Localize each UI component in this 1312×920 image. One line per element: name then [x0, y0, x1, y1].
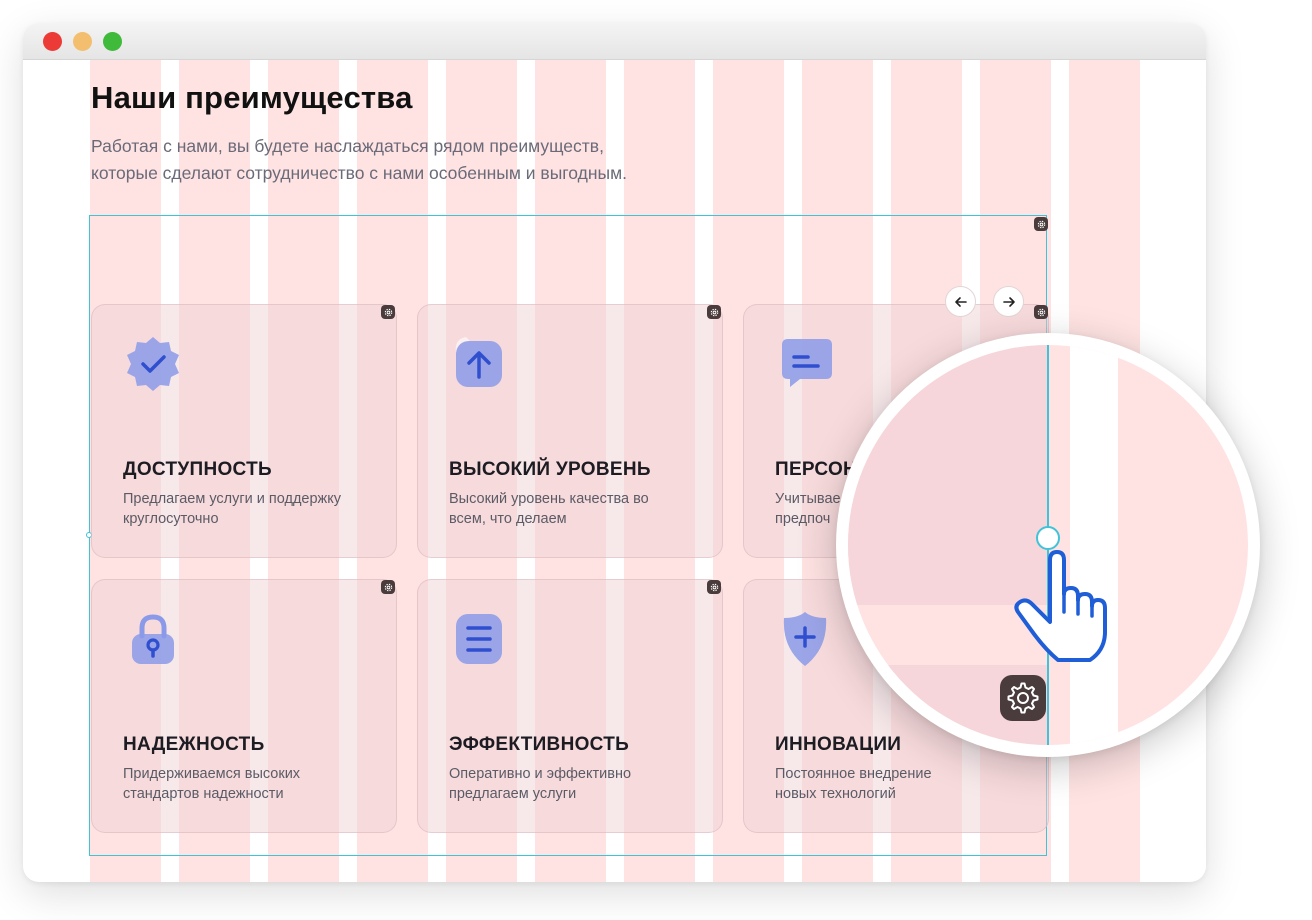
- card-desc-line: Придерживаемся высоких: [123, 766, 301, 782]
- advantage-card[interactable]: НАДЕЖНОСТЬ Придерживаемся высоких стандар…: [91, 579, 397, 833]
- card-title: ПЕРСОН: [775, 459, 858, 480]
- page-title: Наши преимущества: [91, 80, 413, 115]
- card-description: Постоянное внедрение новых технологий: [775, 764, 1025, 804]
- minimize-window-button[interactable]: [73, 32, 92, 51]
- card-desc-line: стандартов надежности: [123, 786, 284, 802]
- card-settings-gear-icon[interactable]: [1034, 305, 1048, 319]
- card-title: ВЫСОКИЙ УРОВЕНЬ: [449, 459, 651, 480]
- magnified-gutter: [1070, 345, 1118, 745]
- card-title: ЭФФЕКТИВНОСТЬ: [449, 734, 630, 755]
- card-description: Предлагаем услуги и поддержку круглосуточ…: [123, 489, 373, 529]
- page-subtitle: Работая с нами, вы будете наслаждаться р…: [91, 133, 791, 187]
- card-settings-gear-icon[interactable]: [381, 305, 395, 319]
- card-desc-line: Учитывае: [775, 491, 841, 507]
- card-desc-line: предлагаем услуги: [449, 786, 577, 802]
- card-desc-line: Оперативно и эффективно: [449, 766, 632, 782]
- card-settings-gear-icon[interactable]: [381, 580, 395, 594]
- advantage-card[interactable]: ВЫСОКИЙ УРОВЕНЬ Высокий уровень качества…: [417, 304, 723, 558]
- document-lines-icon: [448, 608, 510, 670]
- advantage-card[interactable]: ЭФФЕКТИВНОСТЬ Оперативно и эффективно пре…: [417, 579, 723, 833]
- card-description: Высокий уровень качества во всем, что дел…: [449, 489, 699, 529]
- upload-arrow-icon: [448, 333, 510, 395]
- card-desc-line: Постоянное внедрение: [775, 766, 932, 782]
- padlock-icon: [122, 608, 184, 670]
- card-desc-line: всем, что делаем: [449, 511, 567, 527]
- card-desc-line: предпоч: [775, 511, 831, 527]
- card-desc-line: Предлагаем услуги и поддержку: [123, 491, 342, 507]
- shield-plus-icon: [774, 608, 836, 670]
- card-title: НАДЕЖНОСТЬ: [123, 734, 265, 755]
- maximize-window-button[interactable]: [103, 32, 122, 51]
- verified-badge-icon: [122, 333, 184, 395]
- card-settings-gear-icon[interactable]: [707, 305, 721, 319]
- card-title: ДОСТУПНОСТЬ: [123, 459, 272, 480]
- card-settings-gear-icon[interactable]: [707, 580, 721, 594]
- window-titlebar: [23, 23, 1206, 60]
- magnifier-lens: [836, 333, 1260, 757]
- subtitle-line: Работая с нами, вы будете наслаждаться р…: [91, 136, 604, 156]
- card-desc-line: новых технологий: [775, 786, 896, 802]
- magnifier-view: [848, 345, 1248, 745]
- card-description: Придерживаемся высоких стандартов надежно…: [123, 764, 373, 804]
- magnified-resize-handle[interactable]: [1036, 526, 1060, 550]
- arrow-left-icon: [954, 296, 967, 307]
- card-description: Оперативно и эффективно предлагаем услуги: [449, 764, 699, 804]
- card-desc-line: Высокий уровень качества во: [449, 491, 649, 507]
- carousel-next-button[interactable]: [993, 286, 1024, 317]
- frame-settings-gear-icon[interactable]: [1034, 217, 1048, 231]
- carousel-prev-button[interactable]: [945, 286, 976, 317]
- advantage-card[interactable]: ДОСТУПНОСТЬ Предлагаем услуги и поддержк…: [91, 304, 397, 558]
- chat-bubble-icon: [774, 333, 836, 395]
- hand-pointer-cursor-icon: [1014, 550, 1107, 662]
- magnified-gear-icon[interactable]: [1000, 675, 1046, 721]
- arrow-right-icon: [1002, 296, 1015, 307]
- card-desc-line: круглосуточно: [123, 511, 219, 527]
- close-window-button[interactable]: [43, 32, 62, 51]
- subtitle-line: которые сделают сотрудничество с нами ос…: [91, 163, 627, 183]
